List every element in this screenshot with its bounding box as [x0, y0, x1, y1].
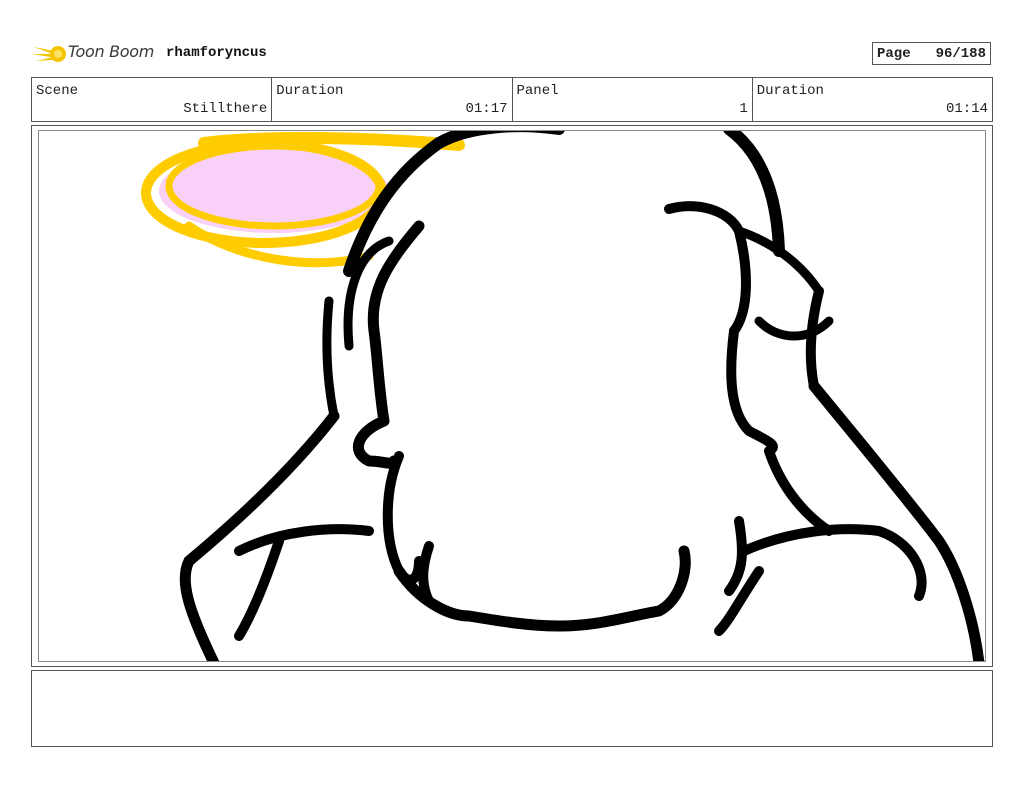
page-number: 96/188 [935, 46, 986, 62]
halo-icon [141, 131, 465, 268]
brand-name: Toon Boom [68, 42, 155, 61]
scene-duration-value: 01:17 [465, 101, 508, 117]
panel-label: Panel [516, 83, 559, 99]
panel-duration-cell: Duration 01:14 [753, 78, 992, 121]
username: rhamforyncus [166, 45, 267, 61]
panel-duration-value: 01:14 [945, 101, 988, 117]
panel-cell: Panel 1 [513, 78, 753, 121]
storyboard-sketch [141, 131, 985, 661]
scene-label: Scene [36, 83, 79, 99]
panel-drawing-area [38, 130, 986, 662]
panel-info-row: Scene Stillthere Duration 01:17 Panel 1 … [31, 77, 993, 122]
scene-cell: Scene Stillthere [32, 78, 273, 121]
page-label: Page [877, 46, 911, 62]
panel-duration-label: Duration [756, 83, 824, 99]
panel-value: 1 [739, 101, 748, 117]
scene-duration-label: Duration [276, 83, 344, 99]
page-indicator: Page 96/188 [872, 42, 991, 65]
scene-value: Stillthere [183, 101, 268, 117]
scene-duration-cell: Duration 01:17 [272, 78, 513, 121]
notes-panel [31, 670, 993, 747]
